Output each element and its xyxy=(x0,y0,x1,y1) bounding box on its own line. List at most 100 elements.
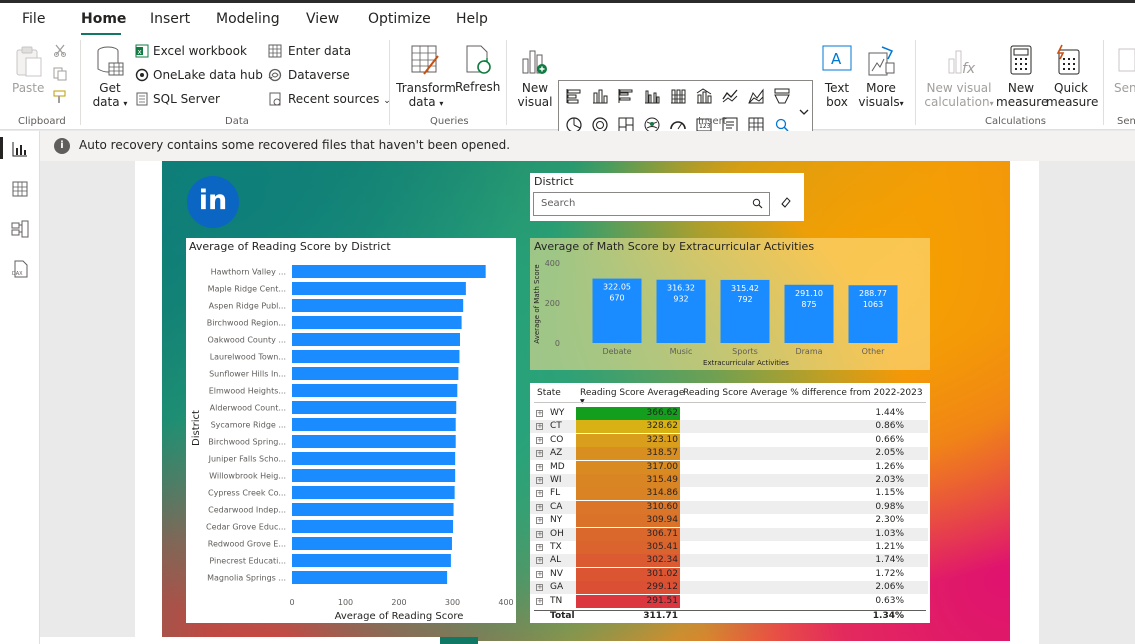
table-row[interactable]: + CT 328.62 0.86% xyxy=(530,420,928,434)
reading-bar[interactable] xyxy=(292,367,459,380)
table-view-icon[interactable] xyxy=(11,180,29,198)
reading-bar[interactable] xyxy=(292,282,466,295)
line-clustered-column-icon[interactable] xyxy=(695,87,713,105)
table-row[interactable]: + TX 305.41 1.21% xyxy=(530,541,928,554)
table-row[interactable]: + MD 317.00 1.26% xyxy=(530,460,928,474)
dax-query-view-icon[interactable]: DAX xyxy=(11,260,29,278)
slicer-search-box[interactable]: Search xyxy=(533,192,770,216)
reading-avg-column-header[interactable]: Reading Score Average xyxy=(580,388,684,398)
sensitivity-button[interactable]: Sens xyxy=(1114,81,1135,95)
ribbon-chart-icon[interactable] xyxy=(773,87,791,105)
menu-help[interactable]: Help xyxy=(456,11,488,27)
clustered-bar-chart-icon[interactable] xyxy=(617,87,635,105)
menu-insert[interactable]: Insert xyxy=(150,11,190,27)
more-visuals-button[interactable]: More visuals▾ xyxy=(856,81,906,111)
expand-icon[interactable]: + xyxy=(536,423,543,431)
state-column-header[interactable]: State xyxy=(537,388,561,398)
text-box-button[interactable]: Text box xyxy=(818,81,856,109)
expand-icon[interactable]: + xyxy=(536,584,543,592)
report-view-icon[interactable] xyxy=(11,140,29,158)
clustered-column-chart-icon[interactable] xyxy=(643,87,661,105)
menu-file[interactable]: File xyxy=(22,11,45,27)
recent-sources-button[interactable]: Recent sources ⌄ xyxy=(288,92,391,108)
table-row[interactable]: + NY 309.94 2.30% xyxy=(530,514,928,528)
reading-diff-column-header[interactable]: Reading Score Average % difference from … xyxy=(683,388,923,398)
reading-bar[interactable] xyxy=(292,452,456,465)
format-painter-icon[interactable] xyxy=(53,90,67,104)
math-score-chart[interactable]: Average of Math Score by Extracurricular… xyxy=(530,238,930,370)
menu-home[interactable]: Home xyxy=(81,11,126,27)
table-row[interactable]: + OH 306.71 1.03% xyxy=(530,527,928,541)
stacked-bar-chart-icon[interactable] xyxy=(565,87,583,105)
expand-icon[interactable]: + xyxy=(536,517,543,525)
reading-bar[interactable] xyxy=(292,520,454,533)
area-chart-icon[interactable] xyxy=(747,87,765,105)
reading-bar[interactable] xyxy=(292,333,460,346)
table-row[interactable]: + AL 302.34 1.74% xyxy=(530,554,928,568)
table-row[interactable]: + NV 301.02 1.72% xyxy=(530,567,928,581)
expand-icon[interactable]: + xyxy=(536,436,543,444)
new-visual-calculation-button[interactable]: New visual calculation▾ xyxy=(924,81,994,111)
new-measure-button[interactable]: New measure xyxy=(996,81,1048,109)
expand-icon[interactable]: + xyxy=(536,503,543,511)
expand-icon[interactable]: + xyxy=(536,477,543,484)
table-row[interactable]: + GA 299.12 2.06% xyxy=(530,581,928,595)
reading-bar[interactable] xyxy=(292,435,456,448)
new-visual-button[interactable]: New visual xyxy=(514,81,556,109)
expand-icon[interactable]: + xyxy=(536,450,543,458)
stacked-column-chart-icon[interactable] xyxy=(591,87,609,105)
reading-bar[interactable] xyxy=(292,537,452,550)
search-icon[interactable] xyxy=(752,198,763,212)
reading-bar[interactable] xyxy=(292,401,457,414)
refresh-button[interactable]: Refresh xyxy=(455,80,500,94)
quick-measure-button[interactable]: Quick measure xyxy=(1046,81,1098,109)
table-row[interactable]: + WY 366.62 1.44% xyxy=(530,407,928,420)
expand-icon[interactable]: + xyxy=(536,570,543,578)
reading-bar[interactable] xyxy=(292,299,464,312)
excel-workbook-button[interactable]: Excel workbook xyxy=(153,44,247,58)
table-row[interactable]: + WI 315.49 2.03% xyxy=(530,474,928,487)
expand-icon[interactable]: + xyxy=(536,490,543,498)
active-page-tab[interactable] xyxy=(440,637,478,644)
cut-icon[interactable] xyxy=(53,43,67,57)
reading-bar[interactable] xyxy=(292,486,455,499)
gallery-expand-icon[interactable] xyxy=(797,103,811,121)
copy-icon[interactable] xyxy=(53,67,67,81)
reading-bar[interactable] xyxy=(292,469,456,482)
table-row[interactable]: + CA 310.60 0.98% xyxy=(530,500,928,514)
table-row[interactable]: + AZ 318.57 2.05% xyxy=(530,447,928,461)
reading-bar[interactable] xyxy=(292,265,486,278)
expand-icon[interactable]: + xyxy=(536,530,543,538)
100-stacked-column-icon[interactable] xyxy=(669,87,687,105)
eraser-icon[interactable] xyxy=(780,196,792,211)
table-row[interactable]: + CO 323.10 0.66% xyxy=(530,433,928,447)
menu-view[interactable]: View xyxy=(306,11,339,27)
reading-bar[interactable] xyxy=(292,316,462,329)
state-table[interactable]: State Reading Score Average ▼ Reading Sc… xyxy=(530,383,930,623)
enter-data-button[interactable]: Enter data xyxy=(288,44,351,58)
table-row[interactable]: + TN 291.51 0.63% xyxy=(530,594,928,608)
reading-bar[interactable] xyxy=(292,384,458,397)
expand-icon[interactable]: + xyxy=(536,410,543,417)
expand-icon[interactable]: + xyxy=(536,463,543,471)
model-view-icon[interactable] xyxy=(11,220,29,238)
line-chart-icon[interactable] xyxy=(721,87,739,105)
paste-button[interactable]: Paste xyxy=(12,81,44,95)
reading-bar[interactable] xyxy=(292,418,456,431)
expand-icon[interactable]: + xyxy=(536,597,543,605)
reading-bar[interactable] xyxy=(292,503,454,516)
reading-bar[interactable] xyxy=(292,571,448,584)
expand-icon[interactable]: + xyxy=(536,544,543,551)
sql-server-button[interactable]: SQL Server xyxy=(153,92,220,106)
transform-data-button[interactable]: Transform data ▾ xyxy=(396,81,456,111)
menu-modeling[interactable]: Modeling xyxy=(216,11,280,27)
dataverse-button[interactable]: Dataverse xyxy=(288,68,350,82)
reading-score-chart[interactable]: Average of Reading Score by District Haw… xyxy=(186,238,516,623)
expand-icon[interactable]: + xyxy=(536,557,543,565)
reading-bar[interactable] xyxy=(292,554,451,567)
table-row[interactable]: + FL 314.86 1.15% xyxy=(530,487,928,501)
reading-bar[interactable] xyxy=(292,350,460,363)
get-data-button[interactable]: Get data ▾ xyxy=(88,81,132,111)
menu-optimize[interactable]: Optimize xyxy=(368,11,431,27)
onelake-data-hub-button[interactable]: OneLake data hub ⌄ xyxy=(153,68,274,84)
